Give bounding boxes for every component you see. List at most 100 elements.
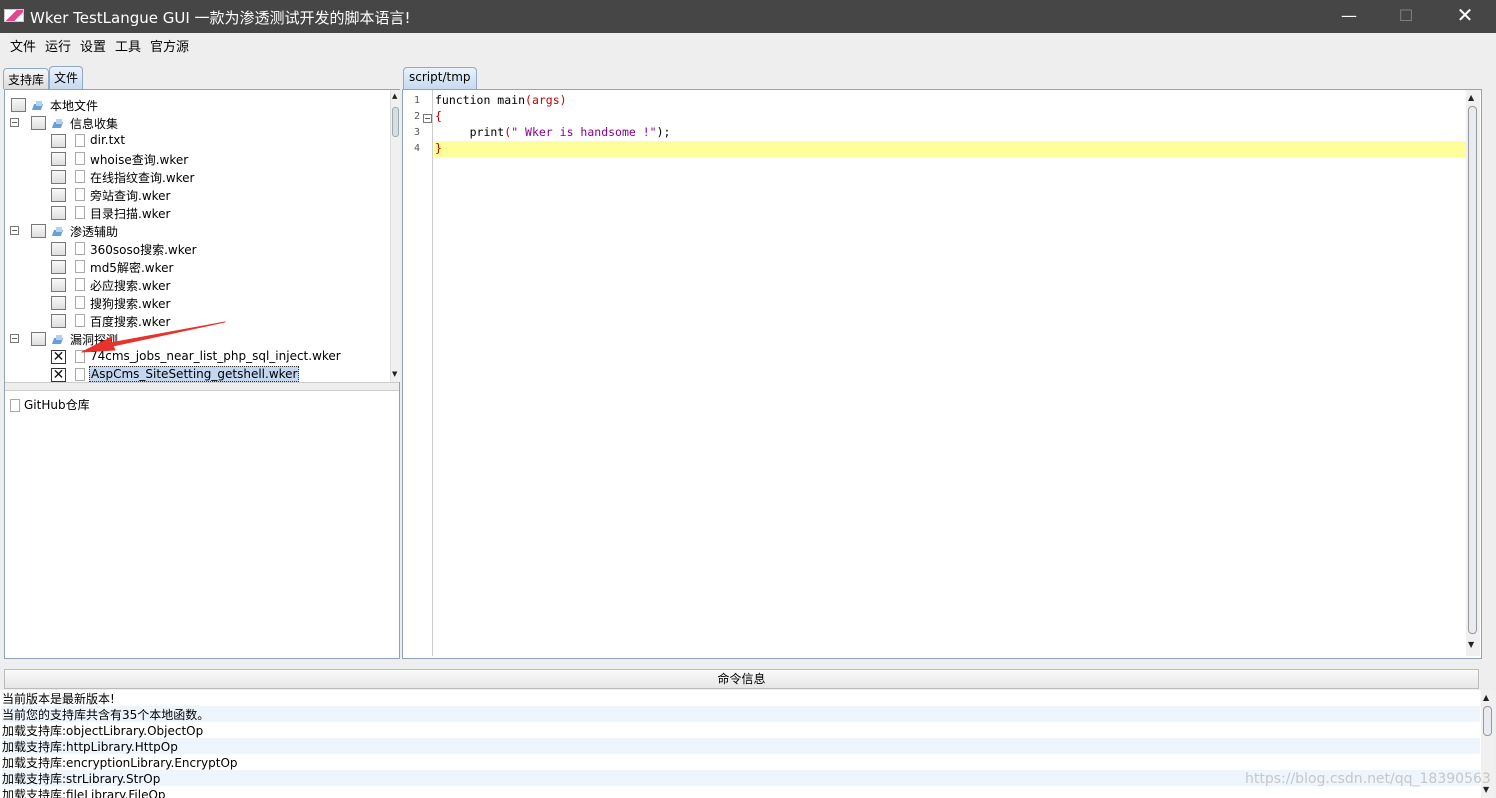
- file-icon: [75, 278, 85, 291]
- file-icon: [75, 206, 85, 219]
- menu-bar: 文件 运行 设置 工具 官方源: [0, 33, 1496, 55]
- tree-file-label: md5解密.wker: [90, 261, 174, 275]
- tree-file[interactable]: ✕ 74cms_jobs_near_list_php_sql_inject.wk…: [5, 349, 385, 367]
- checkbox[interactable]: [51, 188, 66, 202]
- scroll-thumb[interactable]: [1483, 706, 1492, 736]
- log-line: 加载支持库:encryptionLibrary.EncryptOp: [2, 756, 238, 770]
- line-number: 4: [414, 143, 421, 154]
- tree-file[interactable]: md5解密.wker: [5, 259, 385, 277]
- tree-scrollbar[interactable]: ▲ ▼: [390, 90, 400, 382]
- scroll-up-icon[interactable]: ▲: [1483, 693, 1489, 702]
- collapse-icon[interactable]: −: [10, 226, 19, 235]
- tree-file[interactable]: 搜狗搜索.wker: [5, 295, 385, 313]
- menu-run[interactable]: 运行: [45, 36, 71, 55]
- tree-file[interactable]: 360soso搜索.wker: [5, 241, 385, 259]
- tree-file[interactable]: 目录扫描.wker: [5, 205, 385, 223]
- tree-file[interactable]: 在线指纹查询.wker: [5, 169, 385, 187]
- checkbox[interactable]: [51, 260, 66, 274]
- tab-files[interactable]: 文件: [49, 66, 84, 89]
- checkbox[interactable]: [51, 134, 66, 148]
- tree-group[interactable]: − 信息收集: [5, 115, 385, 133]
- log-line: 加载支持库:objectLibrary.ObjectOp: [2, 724, 204, 738]
- menu-official-source[interactable]: 官方源: [150, 36, 189, 55]
- code-line: print(" Wker is handsome !");: [434, 125, 1466, 141]
- code-call: print: [435, 125, 505, 139]
- minimize-button[interactable]: —: [1326, 0, 1372, 33]
- tree-group-label: 信息收集: [70, 117, 119, 131]
- checkbox-checked[interactable]: ✕: [51, 368, 66, 382]
- file-icon: [75, 368, 85, 381]
- file-icon: [10, 399, 20, 412]
- fold-icon[interactable]: −: [423, 114, 432, 123]
- checkbox[interactable]: [31, 116, 46, 130]
- checkbox[interactable]: [51, 242, 66, 256]
- folder-icon: [52, 226, 65, 237]
- checkbox[interactable]: [31, 224, 46, 238]
- panel-splitter[interactable]: [5, 382, 399, 391]
- menu-file[interactable]: 文件: [10, 36, 36, 55]
- tree-file-label: 在线指纹查询.wker: [90, 171, 195, 185]
- scroll-down-icon[interactable]: ▼: [392, 370, 397, 378]
- tree-file-selected[interactable]: ✕ AspCms_SiteSetting_getshell.wker: [5, 366, 385, 382]
- tree-file[interactable]: 必应搜索.wker: [5, 277, 385, 295]
- tree-file[interactable]: 百度搜索.wker: [5, 313, 385, 331]
- tree-file-label: 百度搜索.wker: [90, 315, 171, 329]
- file-icon: [75, 350, 85, 363]
- source-list: GitHub仓库: [5, 392, 399, 658]
- editor-scrollbar[interactable]: ▲ ▼: [1466, 90, 1480, 656]
- tree-file[interactable]: 旁站查询.wker: [5, 187, 385, 205]
- checkbox[interactable]: [11, 98, 26, 112]
- tree-file-label: 360soso搜索.wker: [90, 243, 197, 257]
- window-title: Wker TestLangue GUI 一款为渗透测试开发的脚本语言!: [30, 9, 411, 27]
- collapse-icon[interactable]: −: [10, 118, 19, 127]
- line-number: 1: [414, 95, 421, 106]
- maximize-button[interactable]: ☐: [1383, 0, 1429, 33]
- tree-group[interactable]: − 漏洞探测: [5, 331, 385, 349]
- tab-libraries[interactable]: 支持库: [3, 68, 50, 89]
- collapse-icon[interactable]: −: [10, 334, 19, 343]
- tree-group-label: 渗透辅助: [70, 225, 119, 239]
- checkbox[interactable]: [51, 296, 66, 310]
- checkbox[interactable]: [51, 170, 66, 184]
- tree-file-label: dir.txt: [90, 133, 126, 147]
- code-brace: }: [435, 141, 442, 155]
- title-bar: Wker TestLangue GUI 一款为渗透测试开发的脚本语言! — ☐ …: [0, 0, 1496, 33]
- checkbox[interactable]: [51, 152, 66, 166]
- checkbox[interactable]: [31, 332, 46, 346]
- checkbox[interactable]: [51, 278, 66, 292]
- log-line: 当前版本是最新版本!: [2, 692, 115, 706]
- folder-icon: [32, 100, 45, 111]
- scroll-down-icon[interactable]: ▼: [1468, 640, 1474, 649]
- code-string: " Wker is handsome !": [511, 125, 657, 139]
- file-panel: 本地文件 − 信息收集 dir.txt whoise查询.wker 在线指纹查询…: [4, 89, 400, 659]
- tab-script-tmp[interactable]: script/tmp: [403, 67, 477, 89]
- menu-tools[interactable]: 工具: [115, 36, 141, 55]
- tree-file-label: 旁站查询.wker: [90, 189, 171, 203]
- scroll-up-icon[interactable]: ▲: [1468, 93, 1474, 102]
- code-editor[interactable]: 1 2 − 3 4 function main(args) { print(" …: [402, 89, 1482, 659]
- folder-icon: [52, 118, 65, 129]
- file-icon: [75, 314, 85, 327]
- scroll-thumb[interactable]: [392, 107, 399, 137]
- line-number: 2: [414, 111, 421, 122]
- checkbox[interactable]: [51, 314, 66, 328]
- tree-group[interactable]: − 渗透辅助: [5, 223, 385, 241]
- scroll-thumb[interactable]: [1468, 106, 1477, 634]
- close-button[interactable]: ✕: [1442, 0, 1488, 33]
- scroll-up-icon[interactable]: ▲: [392, 92, 397, 100]
- file-icon: [75, 170, 85, 183]
- checkbox-checked[interactable]: ✕: [51, 350, 66, 364]
- tree-file-label: AspCms_SiteSetting_getshell.wker: [89, 366, 300, 382]
- tree-root[interactable]: 本地文件: [5, 97, 385, 115]
- folder-icon: [52, 334, 65, 345]
- code-area[interactable]: function main(args) { print(" Wker is ha…: [434, 90, 1466, 656]
- menu-settings[interactable]: 设置: [80, 36, 106, 55]
- tree-file[interactable]: dir.txt: [5, 133, 385, 151]
- list-item[interactable]: GitHub仓库: [10, 396, 90, 413]
- file-tree: 本地文件 − 信息收集 dir.txt whoise查询.wker 在线指纹查询…: [5, 90, 390, 382]
- list-item-label: GitHub仓库: [24, 398, 90, 412]
- checkbox[interactable]: [51, 206, 66, 220]
- code-line: function main(args): [434, 93, 1466, 109]
- log-line: 当前您的支持库共含有35个本地函数。: [2, 706, 1480, 722]
- tree-file[interactable]: whoise查询.wker: [5, 151, 385, 169]
